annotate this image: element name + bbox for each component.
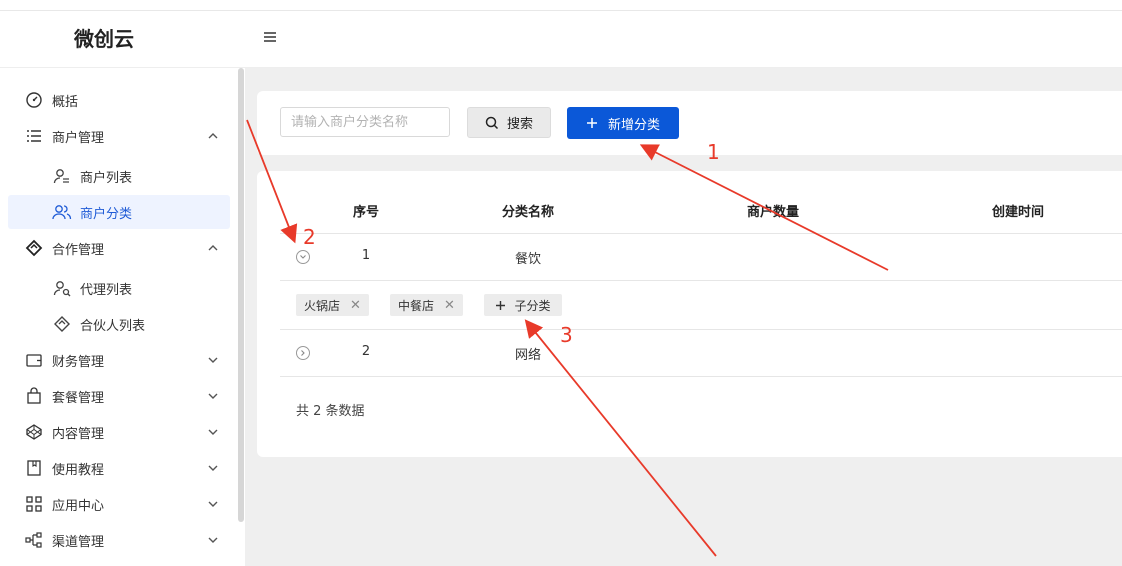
column-header-index: 序号 [352,205,379,220]
row-divider [280,329,1122,330]
app-logo: 微创云 [74,27,134,51]
chevron-up-icon [206,241,220,255]
sidebar-item-merchant-list[interactable]: 商户列表 [8,159,230,193]
subcategory-label: 中餐店 [398,298,435,313]
sidebar-item-merchant-management[interactable]: 商户管理 [8,119,230,153]
plus-icon [586,117,598,129]
chevron-down-icon [206,389,220,403]
sidebar-item-label: 使用教程 [52,462,105,478]
chevron-down-icon [206,461,220,475]
add-category-button[interactable]: 新增分类 [567,107,679,139]
chevron-down-icon [206,533,220,547]
search-button[interactable]: 搜索 [467,107,551,138]
row-index: 2 [361,344,371,359]
sidebar-item-cooperation-management[interactable]: 合作管理 [8,231,230,265]
subcategory-tag: 火锅店 ✕ [296,294,369,316]
sidebar-item-label: 财务管理 [52,354,105,370]
user-agent-icon [52,278,72,298]
sidebar-item-package[interactable]: 套餐管理 [8,379,230,413]
row-category-name: 网络 [514,348,541,363]
row-divider [280,280,1122,281]
sidebar-item-label: 应用中心 [52,498,105,514]
sidebar-item-merchant-category[interactable]: 商户分类 [8,195,230,229]
row-divider [280,233,1122,234]
sidebar-item-label: 概括 [52,94,79,110]
expand-row-icon[interactable] [296,346,310,360]
sidebar-item-app-center[interactable]: 应用中心 [8,487,230,521]
add-category-label: 新增分类 [607,117,660,133]
sidebar-item-label: 渠道管理 [52,534,105,550]
sidebar-item-finance[interactable]: 财务管理 [8,343,230,377]
search-icon [485,116,499,130]
column-header-created-time: 创建时间 [991,205,1044,220]
close-icon[interactable]: ✕ [444,298,455,313]
annotation-number-1: 1 [707,140,720,164]
flow-icon [24,530,44,550]
hamburger-icon[interactable] [262,29,278,45]
sidebar-item-agent-list[interactable]: 代理列表 [8,271,230,305]
add-subcategory-button[interactable]: 子分类 [484,294,562,316]
chevron-down-icon [206,497,220,511]
sidebar-item-label: 商户分类 [80,206,133,222]
handshake-icon [52,314,72,334]
apps-icon [24,494,44,514]
sidebar-item-overview[interactable]: 概括 [8,83,230,117]
sidebar-item-label: 商户列表 [80,170,133,186]
annotation-number-2: 2 [303,225,316,249]
chevron-down-icon [206,353,220,367]
sidebar-item-label: 套餐管理 [52,390,105,406]
row-index: 1 [361,248,371,263]
sidebar-item-content[interactable]: 内容管理 [8,415,230,449]
search-input[interactable] [280,107,450,137]
gauge-icon [24,90,44,110]
wallet-icon [24,350,44,370]
subcategory-label: 火锅店 [304,298,341,313]
sidebar-item-tutorial[interactable]: 使用教程 [8,451,230,485]
list-icon [24,126,44,146]
subcategory-tag: 中餐店 ✕ [390,294,463,316]
close-icon[interactable]: ✕ [350,298,361,313]
chevron-up-icon [206,129,220,143]
sidebar-item-partner-list[interactable]: 合伙人列表 [8,307,230,341]
total-count: 共 2 条数据 [296,404,365,419]
handshake-icon [24,238,44,258]
column-header-name: 分类名称 [501,205,554,220]
sidebar-item-label: 内容管理 [52,426,105,442]
annotation-number-3: 3 [560,323,573,347]
top-border [0,0,1122,11]
sidebar-item-label: 合作管理 [52,242,105,258]
plus-icon [495,300,506,311]
collapse-row-icon[interactable] [296,250,310,264]
sidebar-item-label: 代理列表 [80,282,133,298]
add-subcategory-label: 子分类 [514,298,551,313]
row-category-name: 餐饮 [514,252,541,267]
sidebar-scrollbar[interactable] [238,68,244,522]
sidebar-item-label: 商户管理 [52,130,105,146]
bag-icon [24,386,44,406]
user-list-icon [52,166,72,186]
sidebar-item-channel[interactable]: 渠道管理 [8,523,230,557]
users-icon [52,202,72,222]
codepen-icon [24,422,44,442]
book-icon [24,458,44,478]
chevron-down-icon [206,425,220,439]
search-button-label: 搜索 [506,117,533,132]
row-divider [280,376,1122,377]
column-header-merchant-count: 商户数量 [746,205,799,220]
sidebar-item-label: 合伙人列表 [80,318,146,334]
app-header: 微创云 [0,11,1122,68]
